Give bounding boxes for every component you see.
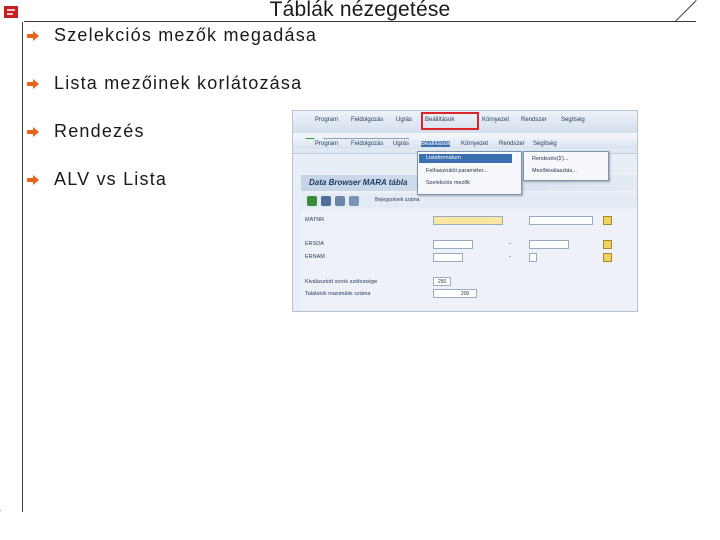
matnr-multiple-selection-icon[interactable] (603, 216, 612, 225)
submenu-arrow-icon: ▶ (513, 155, 517, 161)
ersda-multiple-selection-icon[interactable] (603, 240, 612, 249)
bullet-4: ALV vs Lista (54, 169, 168, 189)
ersda-from-input[interactable] (433, 240, 473, 249)
sap-app-toolbar: Bejegyzések száma (301, 193, 637, 209)
menu-rendszer[interactable]: Rendszer (521, 117, 547, 123)
menu-ugras[interactable]: Ugrás (396, 117, 412, 123)
sap-screenshot: Program Feldolgozás Ugrás Beállítások Kö… (292, 110, 638, 312)
submenu-item-field-select[interactable]: Mezőkiválasztás... (532, 168, 577, 174)
field-label-width: Kiválasztott sorok szélessége (305, 279, 378, 285)
ernam-from-input[interactable] (433, 253, 463, 262)
max-hits-value: 200 (461, 291, 470, 297)
execute-icon[interactable] (307, 196, 317, 206)
dropdown-item-list-format[interactable]: Listaformátum (419, 154, 512, 163)
submenu-item-sort[interactable]: Rendezés(Σ)... (532, 156, 568, 162)
sap-menubar: Program Feldolgozás Ugrás Beállítások Kö… (293, 111, 637, 134)
menu2-ugras[interactable]: Ugrás (393, 141, 409, 147)
slide-title: Táblák nézegetése (269, 0, 451, 21)
range-dash: - (509, 241, 511, 247)
save-variant-icon[interactable] (321, 196, 331, 206)
menu-kornyezet[interactable]: Környezet (482, 117, 509, 123)
arrow-bullet-icon (27, 175, 39, 185)
max-hits-input[interactable] (433, 289, 477, 298)
menu2-rendszer[interactable]: Rendszer (499, 141, 525, 147)
arrow-bullet-icon (27, 79, 39, 89)
matnr-to-input[interactable] (529, 216, 593, 225)
dropdown-item-selection-fields[interactable]: Szelekciós mezők (426, 180, 470, 186)
dropdown-item-user-params[interactable]: Felhasználói paraméter... (426, 168, 488, 174)
field-label-ernam: ERNAM (305, 254, 325, 260)
bullet-3: Rendezés (54, 121, 145, 141)
arrow-bullet-icon (27, 31, 39, 41)
settings-dropdown-menu: Listaformátum Felhasználói paraméter... … (417, 151, 522, 195)
ersda-to-input[interactable] (529, 240, 569, 249)
frame-corner-line-bottom-left (0, 510, 1, 537)
menu2-kornyezet[interactable]: Környezet (461, 141, 488, 147)
frame-left-line (22, 22, 23, 512)
menu-feldolgozas[interactable]: Feldolgozás (351, 117, 383, 123)
menu2-segitseg[interactable]: Segítség (533, 141, 557, 147)
ernam-to-input[interactable] (529, 253, 537, 262)
range-dash: - (509, 254, 511, 260)
field-label-max-hits: Találatok maximális száma (305, 291, 371, 297)
table-icon[interactable] (349, 196, 359, 206)
field-label-matnr: MATNR (305, 217, 325, 223)
menu2-beallitasok[interactable]: Beállítások (421, 141, 451, 147)
ernam-multiple-selection-icon[interactable] (603, 253, 612, 262)
arrow-bullet-icon (27, 127, 39, 137)
highlight-frame (421, 112, 479, 130)
field-label-ersda: ERSDA (305, 241, 324, 247)
menu2-program[interactable]: Program (315, 141, 338, 147)
bullet-2: Lista mezőinek korlátozása (54, 73, 303, 93)
sap-window-title: Data Browser MARA tábla (309, 178, 408, 187)
sap-menubar-secondary: Program Feldolgozás Ugrás Beállítások Kö… (293, 139, 637, 149)
width-value: 250 (438, 279, 447, 285)
info-icon[interactable] (335, 196, 345, 206)
menu-segitseg[interactable]: Segítség (561, 117, 585, 123)
list-format-submenu: Rendezés(Σ)... Mezőkiválasztás... (523, 151, 609, 181)
matnr-from-input[interactable] (433, 216, 503, 225)
entries-count-label[interactable]: Bejegyzések száma (375, 197, 419, 203)
bullet-1: Szelekciós mezők megadása (54, 25, 318, 45)
menu-program[interactable]: Program (315, 117, 338, 123)
menu2-feldolgozas[interactable]: Feldolgozás (351, 141, 383, 147)
